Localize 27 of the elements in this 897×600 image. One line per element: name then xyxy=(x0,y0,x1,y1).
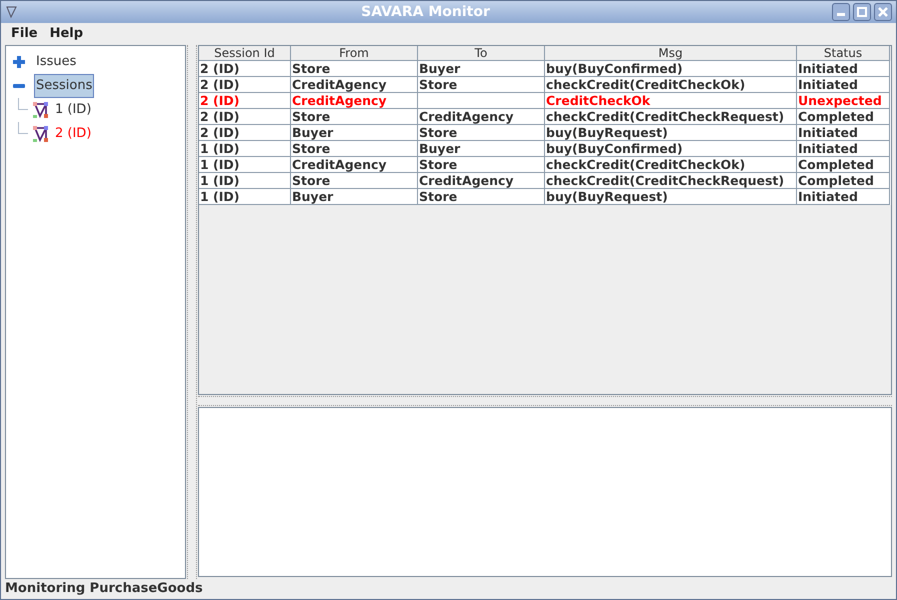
close-icon xyxy=(878,7,888,17)
column-header[interactable]: From xyxy=(291,46,418,61)
table-cell: Store xyxy=(418,189,545,205)
tree-item[interactable]: Issues xyxy=(34,50,78,74)
app-icon xyxy=(5,5,19,19)
diagram-icon xyxy=(32,125,50,143)
column-header[interactable]: To xyxy=(418,46,545,61)
tree-item[interactable]: Sessions xyxy=(34,74,94,98)
column-header[interactable]: Session Id xyxy=(199,46,291,61)
window-title: SAVARA Monitor xyxy=(360,2,491,22)
tree-item[interactable]: 1 (ID) xyxy=(54,100,92,120)
status-text: Monitoring PurchaseGoods xyxy=(5,580,203,598)
tree-item[interactable]: 2 (ID) xyxy=(54,124,92,144)
maximize-button[interactable] xyxy=(853,3,871,21)
column-header[interactable]: Msg xyxy=(545,46,797,61)
table-cell: buy(BuyRequest) xyxy=(545,189,797,205)
table-cell: 1 (ID) xyxy=(199,189,291,205)
close-button[interactable] xyxy=(874,3,892,21)
menu-item[interactable]: Help xyxy=(50,24,84,44)
plus-icon[interactable] xyxy=(13,56,25,68)
table-cell: Buyer xyxy=(291,189,418,205)
table-cell: Initiated xyxy=(797,189,890,205)
maximize-icon xyxy=(857,7,867,17)
minimize-button[interactable] xyxy=(832,3,850,21)
column-header[interactable]: Status xyxy=(797,46,890,61)
diagram-icon xyxy=(32,101,50,119)
menu-item[interactable]: File xyxy=(11,24,38,44)
